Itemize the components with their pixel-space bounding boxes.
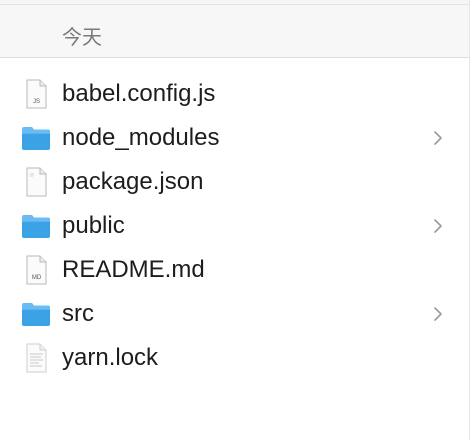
folder-name: node_modules <box>62 124 220 151</box>
chevron-right-icon[interactable] <box>431 217 445 235</box>
file-row-babel-config[interactable]: JS babel.config.js <box>0 72 469 116</box>
finder-window: 今天 JS babel.config.js node_modules packa… <box>0 0 470 440</box>
folder-row-node-modules[interactable]: node_modules <box>0 116 469 160</box>
chevron-right-icon[interactable] <box>431 305 445 323</box>
folder-icon <box>22 303 50 326</box>
file-name: yarn.lock <box>62 344 159 371</box>
md-file-icon: MD <box>26 255 47 285</box>
file-name: package.json <box>62 168 204 195</box>
file-row-package-json[interactable]: package.json <box>0 160 469 204</box>
file-name: README.md <box>62 256 205 283</box>
folder-row-src[interactable]: src <box>0 292 469 336</box>
folder-row-public[interactable]: public <box>0 204 469 248</box>
date-group-label: 今天 <box>62 25 102 49</box>
folder-name: src <box>62 300 94 327</box>
folder-icon <box>22 215 50 238</box>
json-file-icon <box>26 167 47 197</box>
folder-name: public <box>62 212 125 239</box>
chevron-right-icon[interactable] <box>431 129 445 147</box>
date-group-header[interactable]: 今天 <box>0 5 469 58</box>
folder-icon <box>22 127 50 150</box>
file-row-readme[interactable]: MD README.md <box>0 248 469 292</box>
file-list: JS babel.config.js node_modules package.… <box>0 72 469 380</box>
file-name: babel.config.js <box>62 80 216 107</box>
file-badge: MD <box>32 275 42 281</box>
file-row-yarn-lock[interactable]: yarn.lock <box>0 336 469 380</box>
file-badge: JS <box>33 99 40 105</box>
text-file-icon <box>26 343 47 373</box>
js-file-icon: JS <box>26 79 47 109</box>
